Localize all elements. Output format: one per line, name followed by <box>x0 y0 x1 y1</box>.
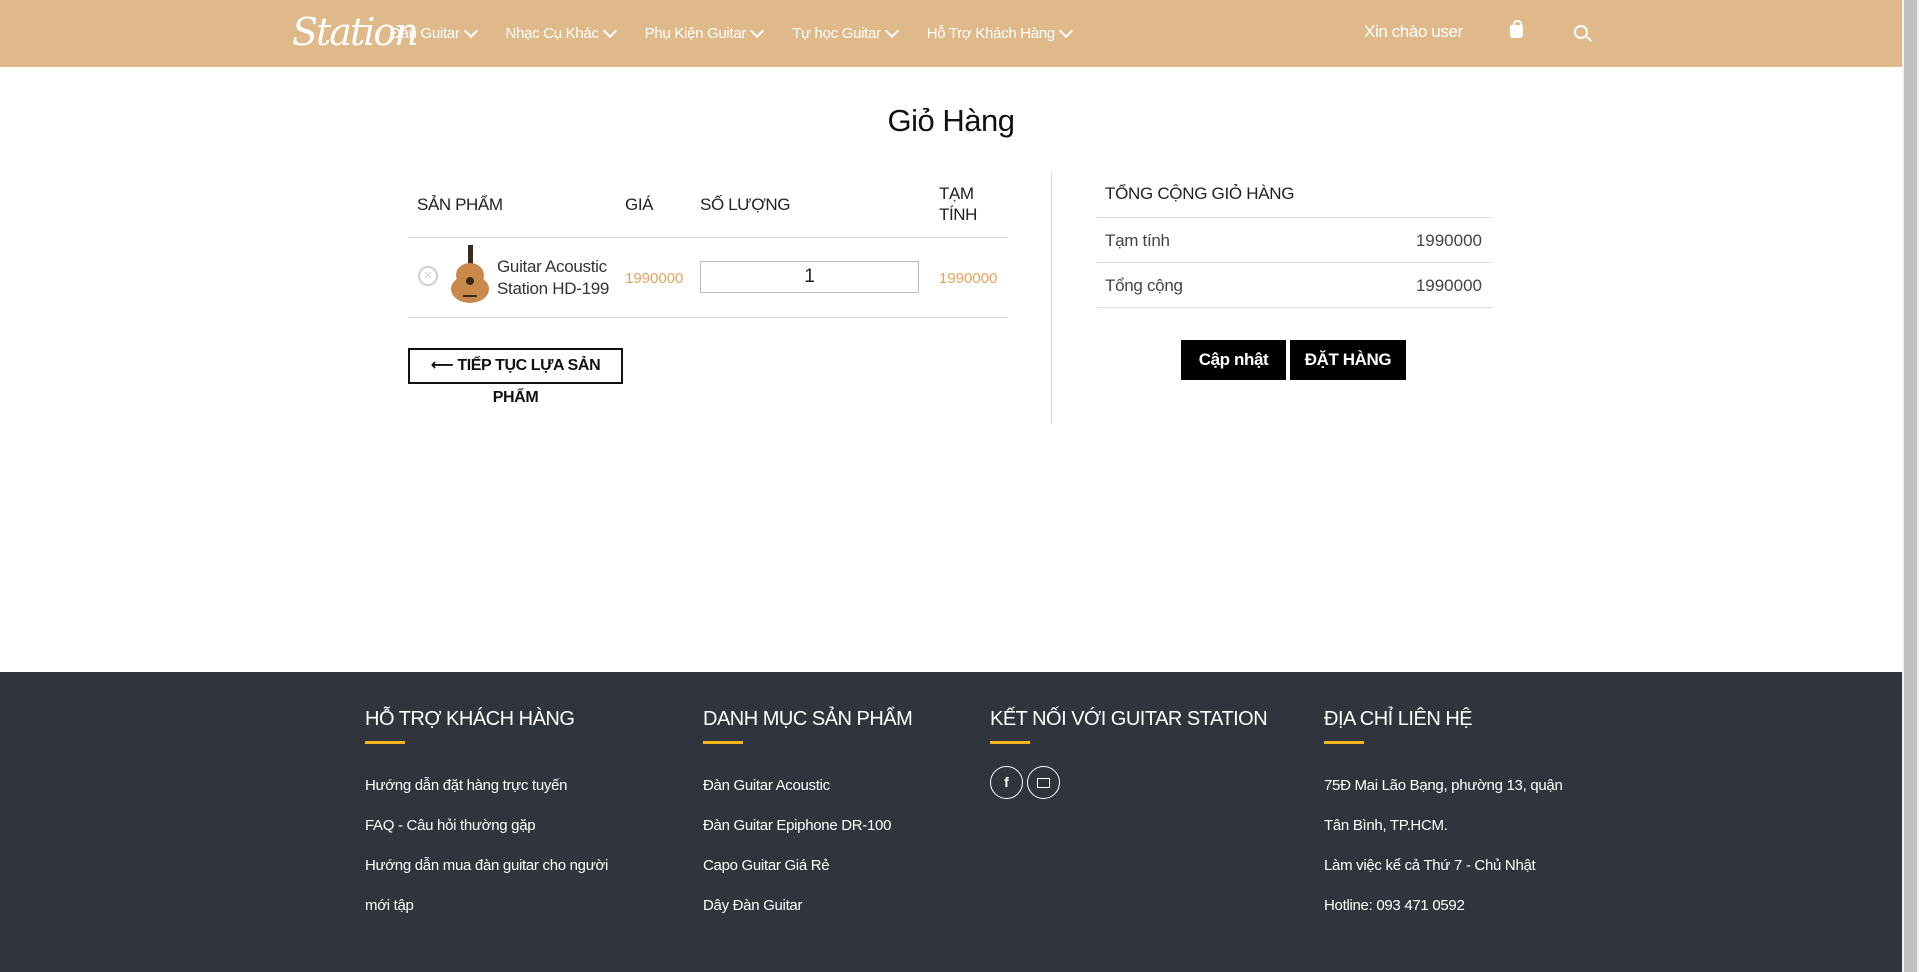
nav-label: Nhạc Cụ Khác <box>505 25 599 42</box>
update-cart-button[interactable]: Cập nhật <box>1181 340 1286 380</box>
nav-label: Hỗ Trợ Khách Hàng <box>926 25 1055 42</box>
search-icon[interactable] <box>1574 25 1588 39</box>
facebook-icon[interactable]: f <box>990 766 1023 799</box>
table-divider <box>408 317 1008 318</box>
nav-label: Đàn Guitar <box>390 25 460 42</box>
footer-heading: KẾT NỐI VỚI GUITAR STATION <box>990 708 1268 730</box>
mail-icon[interactable] <box>1027 766 1060 799</box>
totals-divider <box>1097 262 1492 263</box>
heading-underline <box>365 741 405 744</box>
item-price: 1990000 <box>625 270 684 287</box>
col-header-product: SẢN PHẨM <box>417 195 503 214</box>
continue-shopping-button[interactable]: ⟵ TIẾP TỤC LỰA SẢN PHẨM <box>408 348 623 406</box>
footer-heading: DANH MỤC SẢN PHẨM <box>703 708 913 730</box>
footer-link[interactable]: Hướng dẫn đặt hàng trực tuyến <box>365 766 608 806</box>
nav-item-phu-kien[interactable]: Phụ Kiện Guitar <box>644 23 765 42</box>
heading-underline <box>703 741 743 744</box>
place-order-button[interactable]: ĐẶT HÀNG <box>1290 340 1406 380</box>
site-logo[interactable]: Station <box>292 6 419 58</box>
item-subtotal: 1990000 <box>939 270 998 287</box>
total-label: Tổng cộng <box>1105 276 1183 295</box>
footer-link[interactable]: mới tập <box>365 886 608 926</box>
col-header-price: GIÁ <box>625 195 654 214</box>
address-line: Làm việc kể cả Thứ 7 - Chủ Nhật <box>1324 857 1536 874</box>
footer-link[interactable]: FAQ - Câu hỏi thường gặp <box>365 806 608 846</box>
chevron-down-icon <box>884 23 899 39</box>
address-line: 75Đ Mai Lão Bạng, phường 13, quận <box>1324 777 1563 794</box>
heading-underline <box>1324 741 1364 744</box>
quantity-input[interactable] <box>700 261 919 293</box>
nav-item-ho-tro[interactable]: Hỗ Trợ Khách Hàng <box>926 23 1073 42</box>
scrollbar-thumb[interactable] <box>1904 0 1917 972</box>
remove-item-icon[interactable]: × <box>418 266 438 286</box>
table-divider <box>408 237 1008 238</box>
heading-underline <box>990 741 1030 744</box>
nav-item-dan-guitar[interactable]: Đàn Guitar <box>390 23 478 42</box>
total-value: 1990000 <box>1415 276 1482 295</box>
footer-link[interactable]: Hướng dẫn mua đàn guitar cho người <box>365 846 608 886</box>
footer-link[interactable]: Đàn Guitar Epiphone DR-100 <box>703 806 912 846</box>
footer-address-column: ĐỊA CHỈ LIÊN HỆ 75Đ Mai Lão Bạng, phường… <box>1324 708 1563 926</box>
nav-label: Phụ Kiện Guitar <box>644 25 747 42</box>
nav-label: Tự học Guitar <box>792 25 881 42</box>
footer-support-column: HỖ TRỢ KHÁCH HÀNG Hướng dẫn đặt hàng trự… <box>365 708 608 926</box>
chevron-down-icon <box>1058 23 1073 39</box>
chevron-down-icon <box>602 23 617 39</box>
footer-heading: HỖ TRỢ KHÁCH HÀNG <box>365 708 575 730</box>
page-title: Giỏ Hàng <box>887 103 1015 138</box>
address-line: Tân Bình, TP.HCM. <box>1324 817 1448 834</box>
site-header: Station Đàn Guitar Nhạc Cụ Khác Phụ Kiện… <box>0 0 1902 67</box>
subtotal-value: 1990000 <box>1415 231 1482 250</box>
totals-divider <box>1097 307 1492 308</box>
footer-link[interactable]: Capo Guitar Giá Rẻ <box>703 846 912 886</box>
totals-divider <box>1097 217 1492 218</box>
hotline[interactable]: Hotline: 093 471 0592 <box>1324 886 1563 926</box>
footer-link[interactable]: Dây Đàn Guitar <box>703 886 912 926</box>
chevron-down-icon <box>463 23 478 39</box>
product-thumbnail[interactable] <box>449 245 491 303</box>
footer-connect-column: KẾT NỐI VỚI GUITAR STATION f <box>990 708 1268 799</box>
footer-link[interactable]: Đàn Guitar Acoustic <box>703 766 912 806</box>
site-footer: HỖ TRỢ KHÁCH HÀNG Hướng dẫn đặt hàng trự… <box>0 672 1902 972</box>
main-nav: Đàn Guitar Nhạc Cụ Khác Phụ Kiện Guitar … <box>390 0 1101 67</box>
footer-categories-column: DANH MỤC SẢN PHẨM Đàn Guitar Acoustic Đà… <box>703 708 913 926</box>
user-greeting[interactable]: Xin chào user <box>1364 22 1463 42</box>
product-name-link[interactable]: Guitar Acoustic Station HD-199 <box>497 256 617 300</box>
column-divider <box>1051 172 1052 424</box>
footer-heading: ĐỊA CHỈ LIÊN HỆ <box>1324 708 1473 730</box>
nav-item-tu-hoc[interactable]: Tự học Guitar <box>792 23 899 42</box>
col-header-quantity: SỐ LƯỢNG <box>700 195 791 214</box>
social-links: f <box>990 766 1267 799</box>
chevron-down-icon <box>750 23 765 39</box>
shopping-bag-icon[interactable] <box>1510 20 1523 38</box>
cart-totals-title: TỔNG CỘNG GIỎ HÀNG <box>1105 184 1295 203</box>
nav-item-nhac-cu-khac[interactable]: Nhạc Cụ Khác <box>505 23 617 42</box>
col-header-subtotal: TẠM TÍNH <box>939 184 978 224</box>
subtotal-label: Tạm tính <box>1105 231 1170 250</box>
